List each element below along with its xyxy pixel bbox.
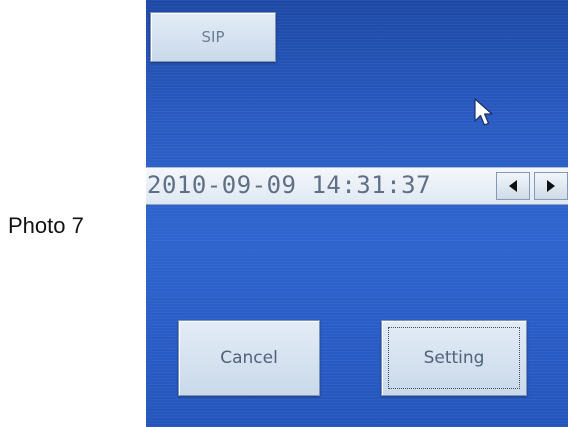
cancel-button[interactable]: Cancel [178,320,320,396]
datetime-value: 2010-09-09 14:31:37 [147,171,432,199]
datetime-field[interactable]: 2010-09-09 14:31:37 [146,167,568,205]
next-button[interactable] [534,172,568,200]
device-screen: SIP 2010-09-09 14:31:37 Cancel Setting [146,0,568,427]
photo-caption: Photo 7 [8,213,84,238]
sip-button-label: SIP [201,28,225,46]
sip-button[interactable]: SIP [150,12,276,62]
left-arrow-icon [509,180,517,192]
setting-button-label: Setting [423,348,485,368]
cancel-button-label: Cancel [220,348,278,368]
right-arrow-icon [547,180,555,192]
mouse-pointer-icon [474,98,493,126]
previous-button[interactable] [496,172,530,200]
setting-button[interactable]: Setting [381,320,527,396]
